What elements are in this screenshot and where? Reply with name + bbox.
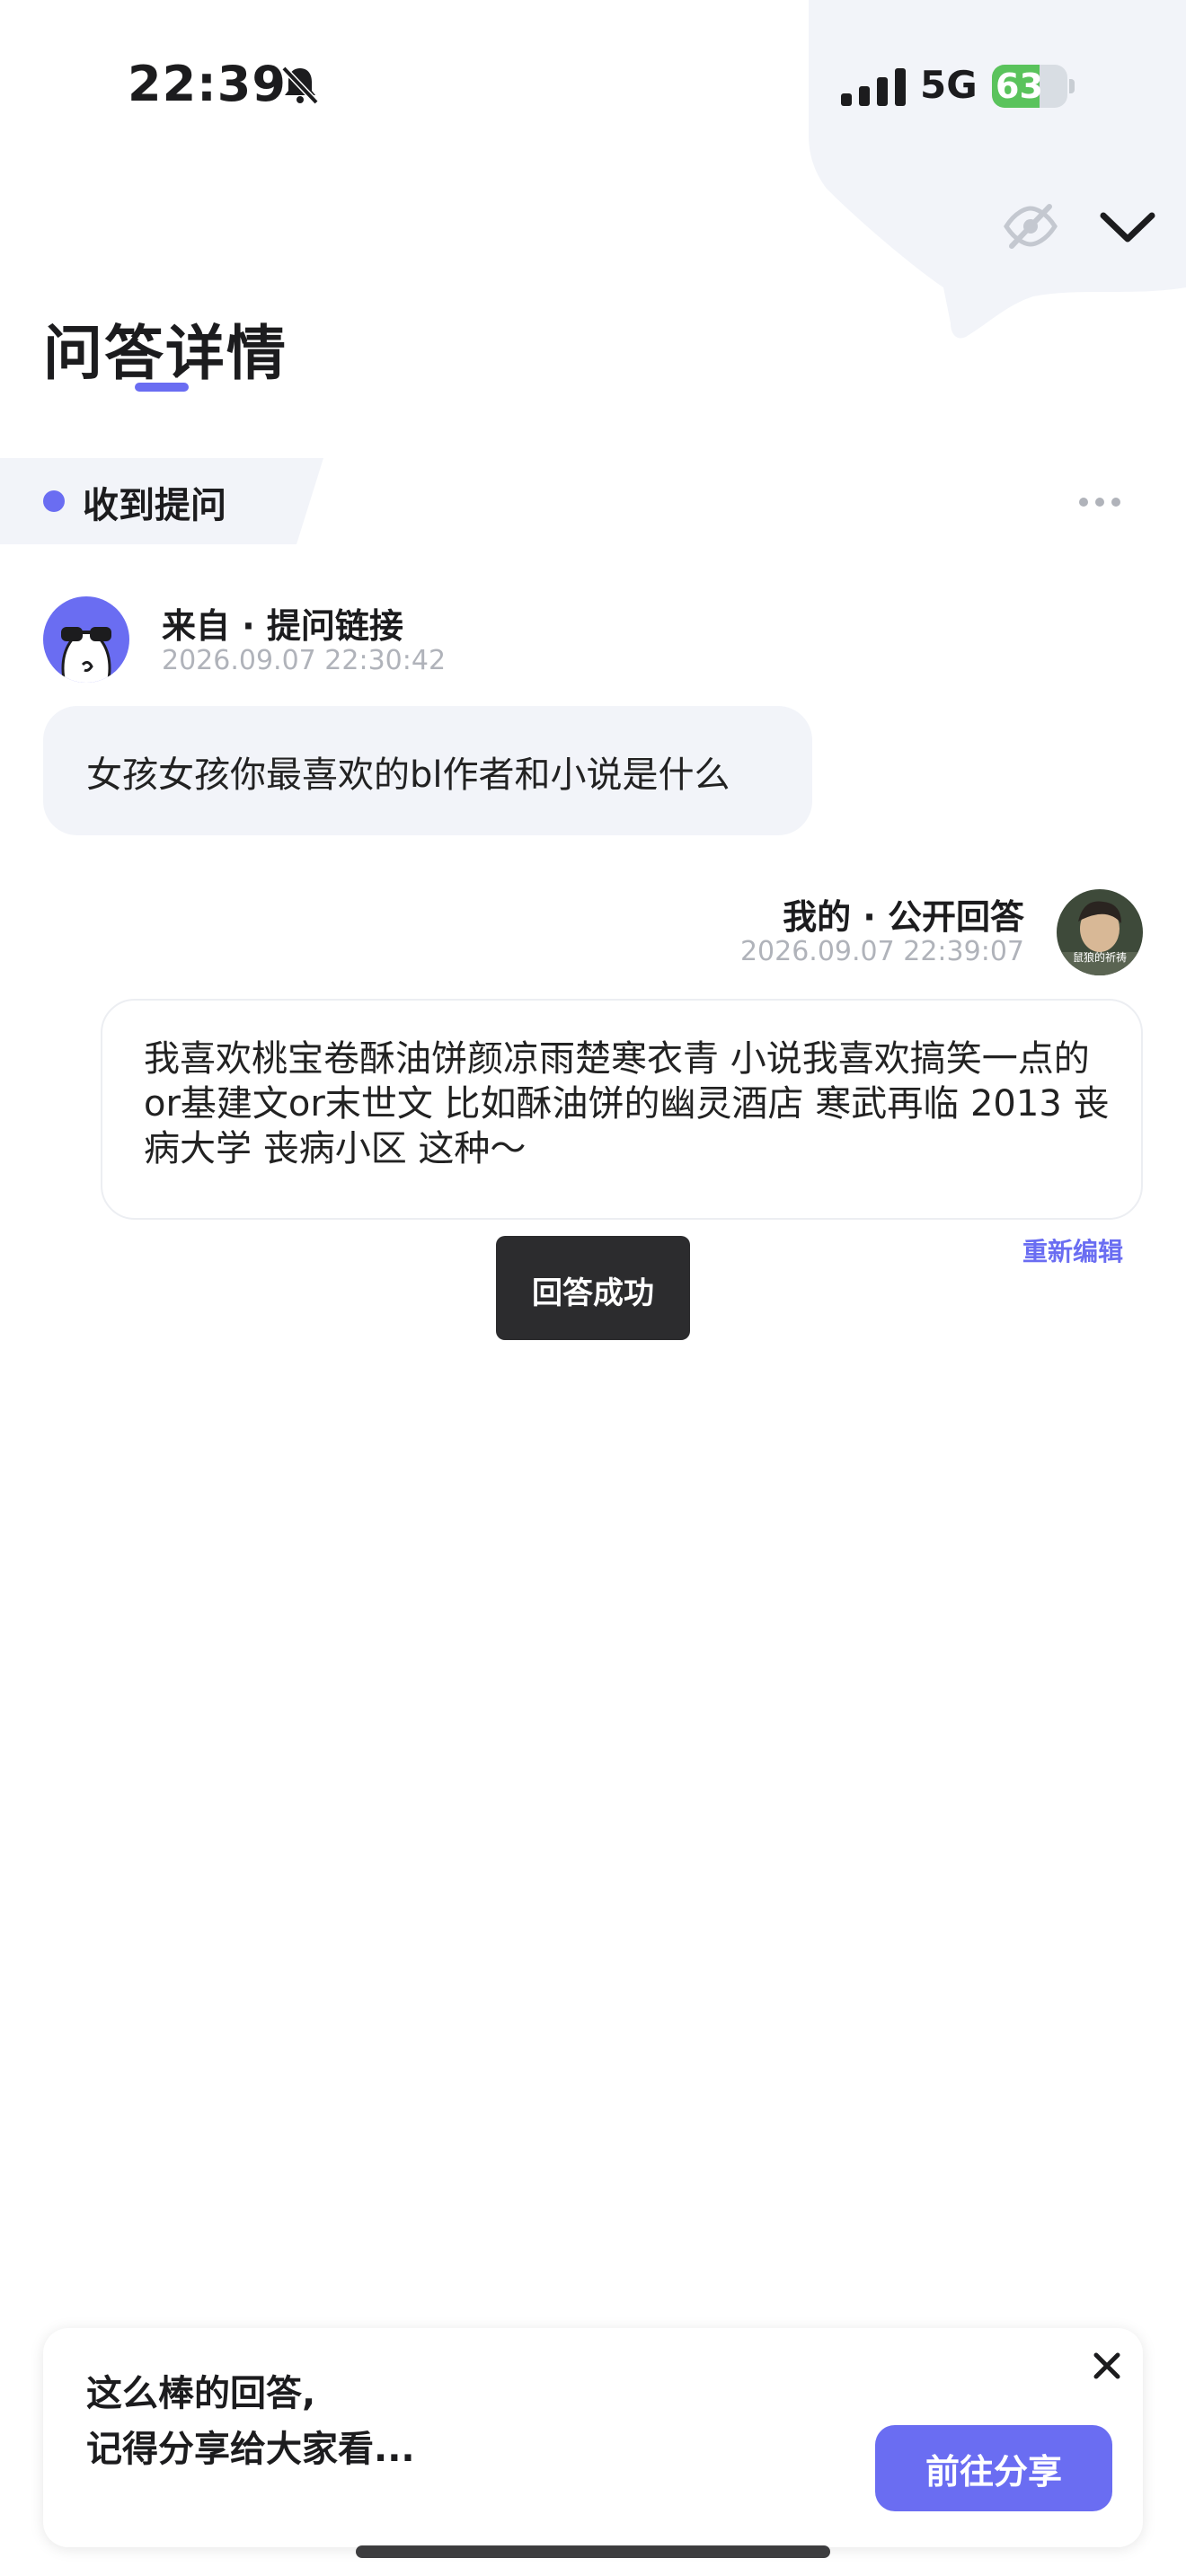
close-icon[interactable] [1089,2348,1125,2384]
share-button[interactable]: 前往分享 [875,2425,1112,2511]
question-text: 女孩女孩你最喜欢的bl作者和小说是什么 [86,754,730,796]
home-indicator [356,2545,830,2558]
question-time: 2026.09.07 22:30:42 [162,645,447,676]
answer-time: 2026.09.07 22:39:07 [739,936,1024,967]
tab-dot [43,490,65,512]
eye-off-icon[interactable] [1003,201,1058,251]
network-label: 5G [920,63,978,107]
tab-received[interactable]: 收到提问 [83,476,226,528]
bell-muted-icon [281,66,319,105]
decorative-bubble [809,0,1186,339]
battery-icon: 63 [992,65,1075,108]
answer-text: 我喜欢桃宝卷酥油饼颜凉雨楚寒衣青 小说我喜欢搞笑一点的or基建文or末世文 比如… [144,1038,1110,1169]
my-avatar: 鼠狼的祈祷 [1057,889,1143,975]
share-prompt-line1: 这么棒的回答, [86,2373,316,2414]
answer-source: 我的 · 公开回答 [783,897,1024,937]
title-underline [135,383,189,392]
asker-avatar [43,596,129,683]
more-dots-icon[interactable] [1078,496,1121,508]
status-time: 22:39 [128,56,287,112]
battery-percent: 63 [996,66,1043,106]
toast-text: 回答成功 [532,1275,654,1311]
reedit-link[interactable]: 重新编辑 [988,1232,1123,1268]
page-title: 问答详情 [43,319,288,388]
chevron-down-icon[interactable] [1098,208,1157,246]
success-toast: 回答成功 [496,1236,690,1340]
share-prompt-line2: 记得分享给大家看... [86,2429,415,2470]
signal-icon [841,68,906,106]
avatar-caption: 鼠狼的祈祷 [1073,950,1127,964]
asker-source: 来自 · 提问链接 [162,606,403,646]
